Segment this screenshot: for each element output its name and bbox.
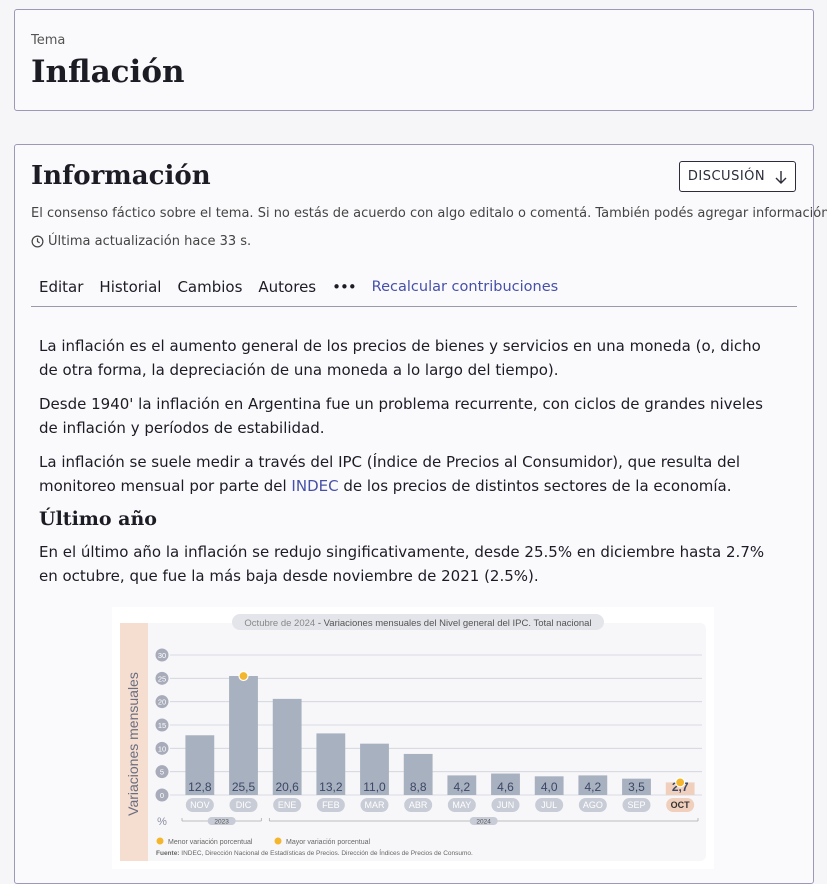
category-label: MAR bbox=[365, 800, 386, 810]
chart-title: Octubre de 2024 - Variaciones mensuales … bbox=[244, 618, 591, 629]
article-paragraph-3-end: de los precios de distintos sectores de … bbox=[338, 477, 732, 495]
article-content: La inflación es el aumento general de lo… bbox=[39, 334, 779, 598]
bar-value-label: 8,8 bbox=[410, 780, 427, 794]
category-label: JUL bbox=[541, 800, 557, 810]
y-tick-label: 30 bbox=[158, 651, 166, 660]
y-tick-label: 10 bbox=[158, 744, 166, 753]
last-updated-text: Última actualización hace 33 s. bbox=[48, 234, 252, 249]
last-updated: Última actualización hace 33 s. bbox=[31, 234, 251, 249]
topic-label: Tema bbox=[31, 33, 66, 48]
more-options-icon[interactable]: ••• bbox=[332, 269, 357, 305]
clock-icon bbox=[31, 235, 44, 248]
topic-title: Inflación bbox=[31, 54, 185, 90]
chart-title-prefix: Octubre de 2024 bbox=[244, 618, 315, 629]
bar-value-label: 4,2 bbox=[584, 780, 601, 794]
y-tick-label: 20 bbox=[158, 698, 166, 707]
recalculate-contributions-link[interactable]: Recalcular contribuciones bbox=[372, 269, 559, 305]
menu-changes[interactable]: Cambios bbox=[177, 269, 242, 305]
category-label: DIC bbox=[236, 800, 252, 810]
menu-authors[interactable]: Autores bbox=[258, 269, 316, 305]
bar-value-label: 4,6 bbox=[497, 780, 514, 794]
legend-min-label: Menor variación porcentual bbox=[168, 839, 253, 846]
bar-value-label: 3,5 bbox=[628, 780, 645, 794]
chart-source: Fuente: INDEC, Dirección Nacional de Est… bbox=[156, 848, 473, 857]
inflation-chart-svg: Octubre de 2024 - Variaciones mensuales … bbox=[120, 614, 706, 861]
legend-max-marker bbox=[274, 837, 282, 845]
y-axis-unit: % bbox=[157, 816, 167, 828]
category-label: ABR bbox=[409, 800, 428, 810]
info-subtitle: El consenso fáctico sobre el tema. Si no… bbox=[31, 206, 827, 221]
article-paragraph-3: La inflación se suele medir a través del… bbox=[39, 450, 779, 498]
legend-max-label: Mayor variación porcentual bbox=[286, 839, 370, 846]
discussion-button[interactable]: DISCUSIÓN bbox=[679, 161, 796, 192]
inflation-chart: Octubre de 2024 - Variaciones mensuales … bbox=[112, 607, 714, 869]
bar-value-label: 12,8 bbox=[188, 780, 212, 794]
category-label: AGO bbox=[583, 800, 603, 810]
menu-history[interactable]: Historial bbox=[99, 269, 161, 305]
info-card: Información DISCUSIÓN El consenso fáctic… bbox=[14, 144, 827, 884]
y-tick-label: 0 bbox=[160, 791, 164, 800]
arrow-down-icon bbox=[775, 170, 787, 184]
indec-link[interactable]: INDEC bbox=[291, 477, 338, 495]
category-label: NOV bbox=[190, 800, 210, 810]
legend-min-marker bbox=[156, 837, 164, 845]
y-axis-label: Variaciones mensuales bbox=[125, 672, 141, 816]
bar-dic bbox=[229, 676, 258, 795]
chart-title-text: Variaciones mensuales del Nivel general … bbox=[324, 618, 592, 629]
y-tick-label: 5 bbox=[160, 768, 164, 777]
article-paragraph-2: Desde 1940' la inflación en Argentina fu… bbox=[39, 395, 763, 437]
menu-edit[interactable]: Editar bbox=[39, 269, 83, 305]
bar-value-label: 25,5 bbox=[232, 780, 256, 794]
bar-value-label: 20,6 bbox=[275, 780, 299, 794]
bar-value-label: 11,0 bbox=[363, 780, 386, 794]
year-group-label: 2024 bbox=[476, 819, 491, 826]
category-label: OCT bbox=[671, 800, 691, 810]
info-title: Información bbox=[31, 161, 211, 191]
article-paragraph-4: En el último año la inflación se redujo … bbox=[39, 543, 765, 585]
category-label: FEB bbox=[322, 800, 340, 810]
chart-source-label: Fuente: bbox=[156, 850, 179, 857]
extreme-marker bbox=[238, 670, 249, 682]
category-label: JUN bbox=[497, 800, 515, 810]
year-group-label: 2023 bbox=[214, 819, 229, 826]
y-tick-label: 25 bbox=[158, 674, 166, 683]
topic-card: Tema Inflación bbox=[14, 9, 814, 111]
bar-value-label: 4,0 bbox=[541, 780, 558, 794]
extreme-marker bbox=[675, 777, 686, 788]
category-label: MAY bbox=[452, 800, 471, 810]
discussion-button-label: DISCUSIÓN bbox=[687, 169, 766, 184]
article-paragraph-1: La inflación es el aumento general de lo… bbox=[39, 337, 761, 379]
category-label: ENE bbox=[278, 800, 297, 810]
category-label: SEP bbox=[627, 800, 645, 810]
bar-value-label: 4,2 bbox=[453, 780, 470, 794]
y-tick-label: 15 bbox=[158, 721, 166, 730]
bar-value-label: 13,2 bbox=[319, 780, 343, 794]
section-heading: Último año bbox=[39, 508, 157, 530]
article-menu: Editar Historial Cambios Autores ••• Rec… bbox=[31, 269, 797, 307]
chart-source-text: INDEC, Dirección Nacional de Estadística… bbox=[181, 848, 473, 857]
